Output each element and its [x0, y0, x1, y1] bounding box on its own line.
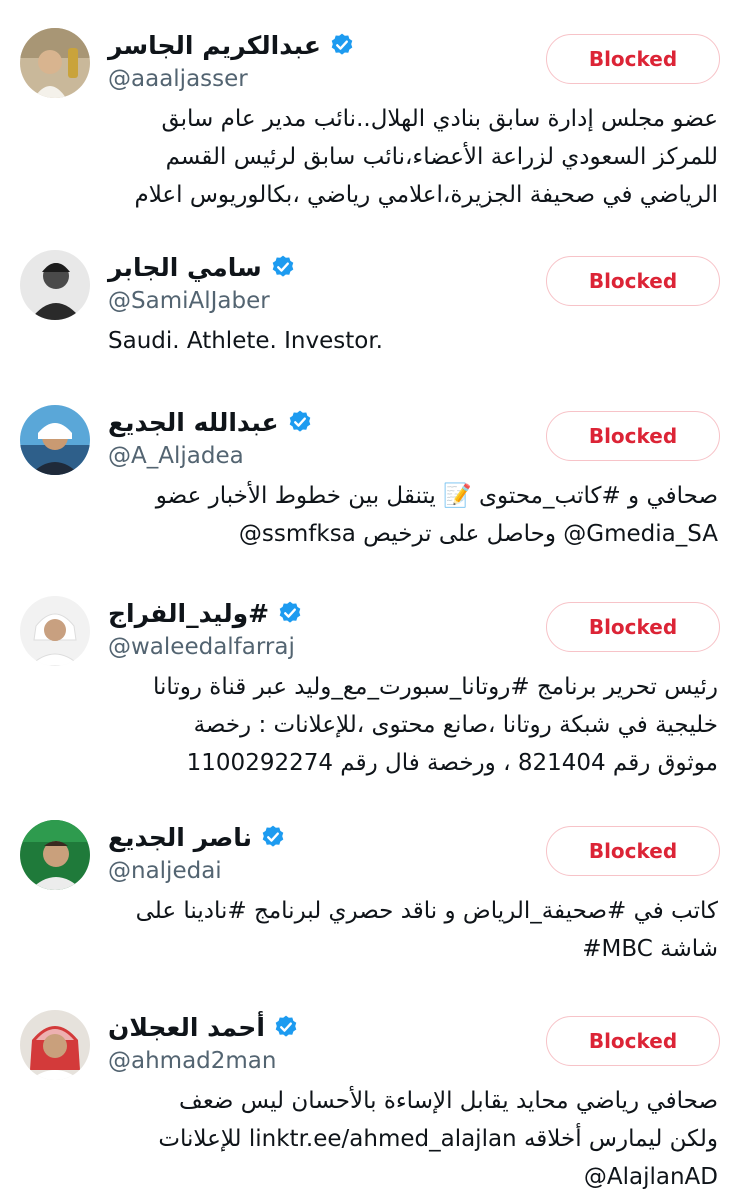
display-name[interactable]: أحمد العجلان: [108, 1013, 265, 1042]
display-name[interactable]: #وليد_الفراج: [108, 599, 269, 628]
verified-badge-icon: [279, 601, 301, 623]
bio-line: الرياضي في صحيفة الجزيرة،اعلامي رياضي ،ب…: [134, 182, 718, 208]
verified-badge-icon: [331, 33, 353, 55]
bio: صحافي رياضي محايد يقابل الإساءة بالأحسان…: [98, 1082, 718, 1196]
bio-line: عضو مجلس إدارة سابق بنادي الهلال..نائب م…: [161, 106, 718, 132]
handle[interactable]: @SamiAlJaber: [108, 288, 270, 314]
blocked-button[interactable]: Blocked: [546, 826, 720, 876]
name-line: عبدالكريم الجاسر: [108, 28, 355, 62]
name-line: ناصر الجديع: [108, 820, 286, 854]
bio-line: شاشة MBC#: [582, 936, 718, 962]
bio: كاتب في #صحيفة_الرياض و ناقد حصري لبرنام…: [98, 892, 718, 968]
bio-line: صحافي و #كاتب_محتوى 📝 يتنقل بين خطوط الأ…: [155, 483, 718, 509]
blocked-button[interactable]: Blocked: [546, 1016, 720, 1066]
blocked-button[interactable]: Blocked: [546, 256, 720, 306]
bio-line: للمركز السعودي لزراعة الأعضاء،نائب سابق …: [165, 144, 718, 170]
blocked-button[interactable]: Blocked: [546, 411, 720, 461]
handle[interactable]: @A_Aljadea: [108, 443, 244, 469]
bio-line: خليجية في شبكة روتانا ،صانع محتوى ،للإعل…: [193, 712, 718, 738]
bio-line: صحافي رياضي محايد يقابل الإساءة بالأحسان…: [179, 1088, 718, 1114]
handle[interactable]: @aaaljasser: [108, 66, 248, 92]
display-name[interactable]: عبدالكريم الجاسر: [108, 31, 321, 60]
bio-line: كاتب في #صحيفة_الرياض و ناقد حصري لبرنام…: [135, 898, 718, 924]
name-line: سامي الجابر: [108, 250, 296, 284]
blocked-accounts-list: عبدالكريم الجاسر @aaaljasser Blocked عضو…: [0, 0, 738, 1200]
bio-line: ولكن ليمارس أخلاقه linktr.ee/ahmed_alajl…: [158, 1126, 718, 1152]
bio-line: رئيس تحرير برنامج #روتانا_سبورت_مع_وليد …: [152, 674, 718, 700]
display-name[interactable]: عبدالله الجديع: [108, 408, 279, 437]
avatar[interactable]: [20, 596, 90, 666]
bio-line: موثوق رقم 821404 ، ورخصة فال رقم 1100292…: [186, 750, 718, 776]
avatar[interactable]: [20, 28, 90, 98]
bio-line: @ssmfksa وحاصل على ترخيص @Gmedia_SA: [238, 521, 718, 547]
verified-badge-icon: [275, 1015, 297, 1037]
handle[interactable]: @ahmad2man: [108, 1048, 276, 1074]
bio: Saudi. Athlete. Investor.: [108, 322, 728, 360]
name-line: عبدالله الجديع: [108, 405, 313, 439]
display-name[interactable]: سامي الجابر: [108, 253, 262, 282]
handle[interactable]: @waleedalfarraj: [108, 634, 295, 660]
handle[interactable]: @naljedai: [108, 858, 222, 884]
bio: صحافي و #كاتب_محتوى 📝 يتنقل بين خطوط الأ…: [98, 477, 718, 553]
avatar[interactable]: [20, 405, 90, 475]
bio-line: @AlajlanAD: [583, 1164, 718, 1190]
verified-badge-icon: [272, 255, 294, 277]
verified-badge-icon: [262, 825, 284, 847]
blocked-button[interactable]: Blocked: [546, 34, 720, 84]
blocked-button[interactable]: Blocked: [546, 602, 720, 652]
name-line: أحمد العجلان: [108, 1010, 299, 1044]
bio-line: Saudi. Athlete. Investor.: [108, 328, 383, 354]
bio: رئيس تحرير برنامج #روتانا_سبورت_مع_وليد …: [98, 668, 718, 782]
name-line: #وليد_الفراج: [108, 596, 303, 630]
avatar[interactable]: [20, 1010, 90, 1080]
display-name[interactable]: ناصر الجديع: [108, 823, 252, 852]
avatar[interactable]: [20, 820, 90, 890]
verified-badge-icon: [289, 410, 310, 432]
avatar[interactable]: [20, 250, 90, 320]
bio: عضو مجلس إدارة سابق بنادي الهلال..نائب م…: [98, 100, 718, 214]
